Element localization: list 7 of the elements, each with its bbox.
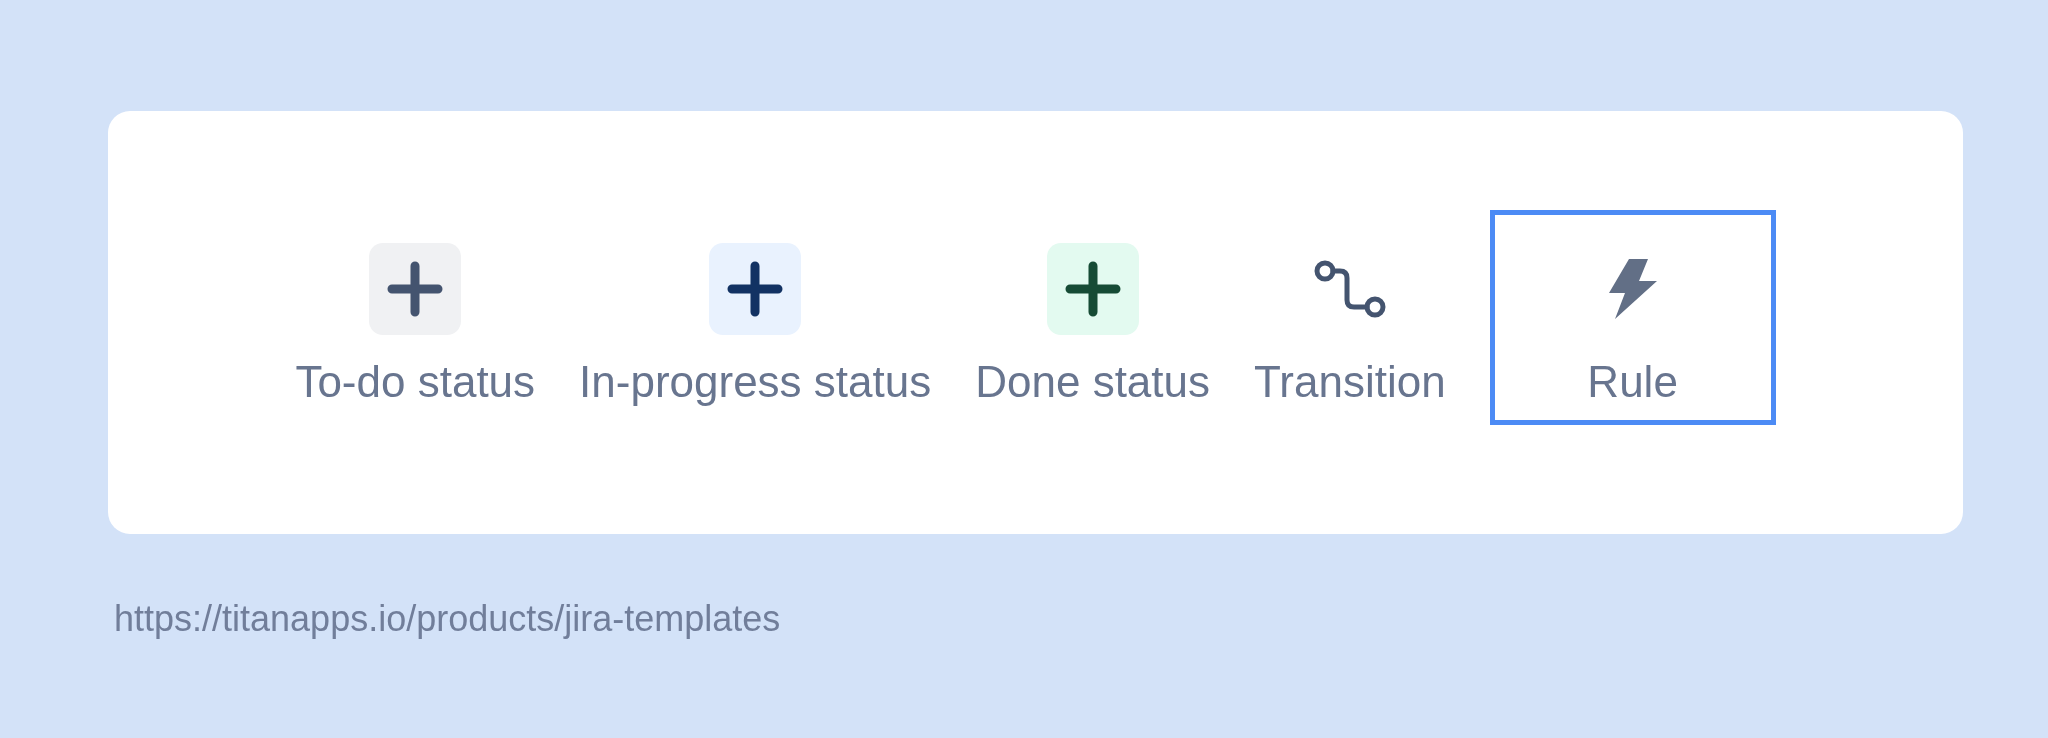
palette-item[interactable]: Rule — [1489, 210, 1776, 425]
source-url: https://titanapps.io/products/jira-templates — [114, 597, 781, 641]
plus-icon — [1046, 243, 1139, 335]
plus-icon — [369, 243, 462, 335]
lightning-icon — [1608, 259, 1657, 319]
plus-icon — [709, 243, 802, 335]
connector-path-icon — [1313, 260, 1386, 318]
